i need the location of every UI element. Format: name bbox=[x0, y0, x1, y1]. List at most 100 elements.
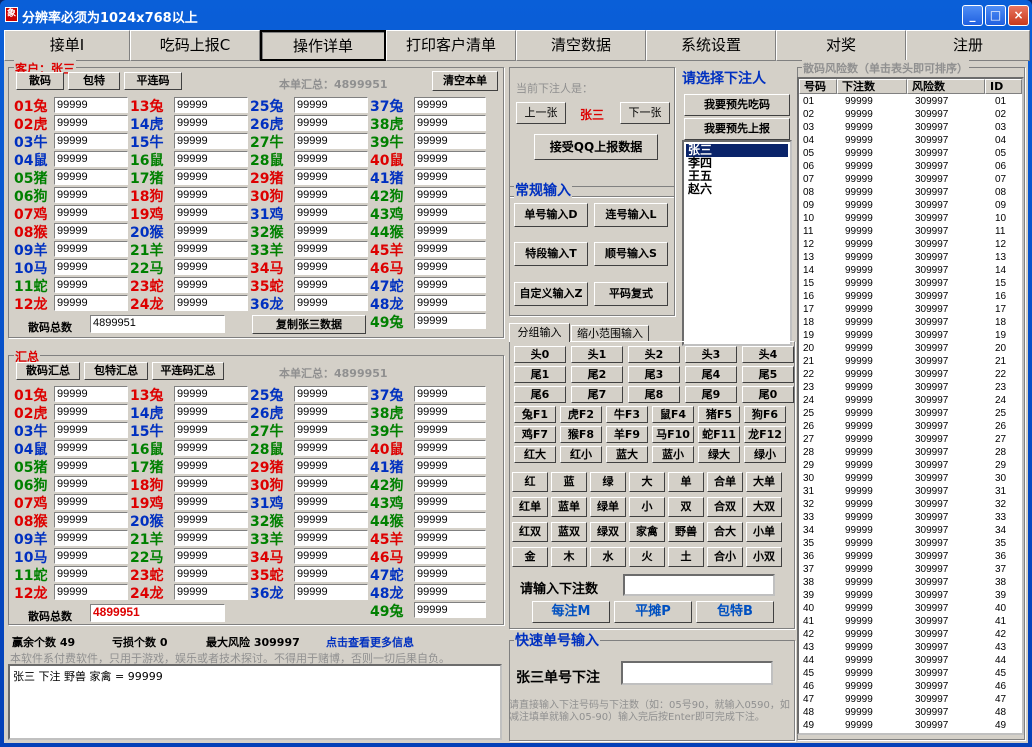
number-bet-field[interactable]: 99999 bbox=[294, 205, 368, 221]
tab-narrow-input[interactable]: 缩小范围输入 bbox=[571, 325, 649, 342]
number-bet-field[interactable]: 99999 bbox=[174, 151, 248, 167]
number-bet-field[interactable]: 99999 bbox=[174, 295, 248, 311]
number-bet-field[interactable]: 99999 bbox=[414, 458, 486, 474]
number-bet-field[interactable]: 99999 bbox=[54, 151, 128, 167]
number-bet-field[interactable]: 99999 bbox=[174, 277, 248, 293]
number-bet-field[interactable]: 99999 bbox=[414, 313, 486, 329]
group-button[interactable]: 蛇F11 bbox=[698, 426, 740, 443]
number-bet-field[interactable]: 99999 bbox=[54, 187, 128, 203]
group-button[interactable]: 虎F2 bbox=[560, 406, 602, 423]
group-button[interactable]: 猴F8 bbox=[560, 426, 602, 443]
group-button[interactable]: 双 bbox=[668, 497, 704, 517]
group-button[interactable]: 兔F1 bbox=[514, 406, 556, 423]
number-bet-field[interactable]: 99999 bbox=[54, 458, 128, 474]
number-bet-field[interactable]: 99999 bbox=[294, 259, 368, 275]
number-bet-field[interactable]: 99999 bbox=[54, 133, 128, 149]
number-bet-field[interactable]: 99999 bbox=[54, 169, 128, 185]
number-bet-field[interactable]: 99999 bbox=[414, 187, 486, 203]
group-button[interactable]: 尾7 bbox=[571, 386, 623, 403]
number-bet-field[interactable]: 99999 bbox=[54, 530, 128, 546]
group-button[interactable]: 头4 bbox=[742, 346, 794, 363]
special-range-input-button[interactable]: 特段输入T bbox=[514, 242, 588, 266]
group-button[interactable]: 尾5 bbox=[742, 366, 794, 383]
number-bet-field[interactable]: 99999 bbox=[54, 440, 128, 456]
number-bet-field[interactable]: 99999 bbox=[54, 223, 128, 239]
number-bet-field[interactable]: 99999 bbox=[294, 169, 368, 185]
number-bet-field[interactable]: 99999 bbox=[54, 566, 128, 582]
group-button[interactable]: 龙F12 bbox=[744, 426, 786, 443]
number-bet-field[interactable]: 99999 bbox=[414, 151, 486, 167]
menu-receive-button[interactable]: 接单I bbox=[4, 30, 130, 61]
person-list[interactable]: 张三 李四 王五 赵六 bbox=[682, 140, 792, 346]
number-bet-field[interactable]: 99999 bbox=[54, 241, 128, 257]
number-bet-field[interactable]: 99999 bbox=[174, 548, 248, 564]
tab-group-input[interactable]: 分组输入 bbox=[509, 323, 570, 342]
number-bet-field[interactable]: 99999 bbox=[174, 97, 248, 113]
group-button[interactable]: 大 bbox=[629, 472, 665, 492]
next-person-button[interactable]: 下一张 bbox=[620, 102, 670, 124]
person-list-item[interactable]: 赵六 bbox=[686, 183, 788, 196]
number-bet-field[interactable]: 99999 bbox=[54, 205, 128, 221]
group-button[interactable]: 马F10 bbox=[652, 426, 694, 443]
menu-register-button[interactable]: 注册 bbox=[906, 30, 1030, 61]
group-button[interactable]: 绿小 bbox=[744, 446, 786, 463]
number-bet-field[interactable]: 99999 bbox=[294, 187, 368, 203]
group-button[interactable]: 尾6 bbox=[514, 386, 566, 403]
group-button[interactable]: 头0 bbox=[514, 346, 566, 363]
number-bet-field[interactable]: 99999 bbox=[174, 169, 248, 185]
number-bet-field[interactable]: 99999 bbox=[414, 386, 486, 402]
number-bet-field[interactable]: 99999 bbox=[414, 223, 486, 239]
group-button[interactable]: 合大 bbox=[707, 522, 743, 542]
number-bet-field[interactable]: 99999 bbox=[174, 584, 248, 600]
number-bet-field[interactable]: 99999 bbox=[294, 548, 368, 564]
group-button[interactable]: 合单 bbox=[707, 472, 743, 492]
number-bet-field[interactable]: 99999 bbox=[414, 530, 486, 546]
accept-qq-button[interactable]: 接受QQ上报数据 bbox=[534, 134, 658, 160]
first-report-button[interactable]: 我要预先上报 bbox=[684, 118, 790, 140]
number-bet-field[interactable]: 99999 bbox=[174, 476, 248, 492]
special-bet-button[interactable]: 包特B bbox=[696, 601, 774, 623]
number-bet-field[interactable]: 99999 bbox=[294, 133, 368, 149]
number-bet-field[interactable]: 99999 bbox=[414, 494, 486, 510]
group-button[interactable]: 蓝单 bbox=[551, 497, 587, 517]
group-button[interactable]: 合双 bbox=[707, 497, 743, 517]
number-bet-field[interactable]: 99999 bbox=[294, 530, 368, 546]
number-bet-field[interactable]: 99999 bbox=[174, 115, 248, 131]
number-bet-field[interactable]: 99999 bbox=[54, 295, 128, 311]
number-bet-field[interactable]: 99999 bbox=[54, 115, 128, 131]
maximize-button[interactable]: □ bbox=[985, 5, 1006, 26]
group-button[interactable]: 红双 bbox=[512, 522, 548, 542]
group-button[interactable]: 牛F3 bbox=[606, 406, 648, 423]
number-bet-field[interactable]: 99999 bbox=[414, 422, 486, 438]
group-button[interactable]: 尾8 bbox=[628, 386, 680, 403]
group-button[interactable]: 蓝小 bbox=[652, 446, 694, 463]
group-button[interactable]: 红单 bbox=[512, 497, 548, 517]
group-button[interactable]: 家禽 bbox=[629, 522, 665, 542]
number-bet-field[interactable]: 99999 bbox=[294, 295, 368, 311]
group-button[interactable]: 头1 bbox=[571, 346, 623, 363]
number-bet-field[interactable]: 99999 bbox=[294, 566, 368, 582]
group-button[interactable]: 尾3 bbox=[628, 366, 680, 383]
risk-column-header[interactable]: ID bbox=[985, 79, 1022, 94]
number-bet-field[interactable]: 99999 bbox=[294, 458, 368, 474]
first-eat-button[interactable]: 我要预先吃码 bbox=[684, 94, 790, 116]
group-button[interactable]: 红大 bbox=[514, 446, 556, 463]
number-bet-field[interactable]: 99999 bbox=[174, 422, 248, 438]
number-bet-field[interactable]: 99999 bbox=[174, 512, 248, 528]
group-button[interactable]: 猪F5 bbox=[698, 406, 740, 423]
number-bet-field[interactable]: 99999 bbox=[174, 241, 248, 257]
risk-table[interactable]: 号码 下注数 风险数 ID 01 99999 309997 01 02 99999 309997 02… bbox=[797, 77, 1024, 735]
menu-settings-button[interactable]: 系统设置 bbox=[646, 30, 776, 61]
number-bet-field[interactable]: 99999 bbox=[174, 205, 248, 221]
number-bet-field[interactable]: 99999 bbox=[414, 169, 486, 185]
risk-column-header[interactable]: 风险数 bbox=[907, 79, 985, 94]
group-button[interactable]: 尾1 bbox=[514, 366, 566, 383]
number-bet-field[interactable]: 99999 bbox=[414, 584, 486, 600]
risk-column-header[interactable]: 下注数 bbox=[837, 79, 907, 94]
sanma-summary-button[interactable]: 散码汇总 bbox=[16, 362, 80, 380]
group-button[interactable]: 头2 bbox=[628, 346, 680, 363]
per-bet-button[interactable]: 每注M bbox=[532, 601, 610, 623]
pinglianma-button[interactable]: 平连码 bbox=[124, 72, 182, 90]
copy-data-button[interactable]: 复制张三数据 bbox=[252, 315, 366, 334]
group-button[interactable]: 小单 bbox=[746, 522, 782, 542]
